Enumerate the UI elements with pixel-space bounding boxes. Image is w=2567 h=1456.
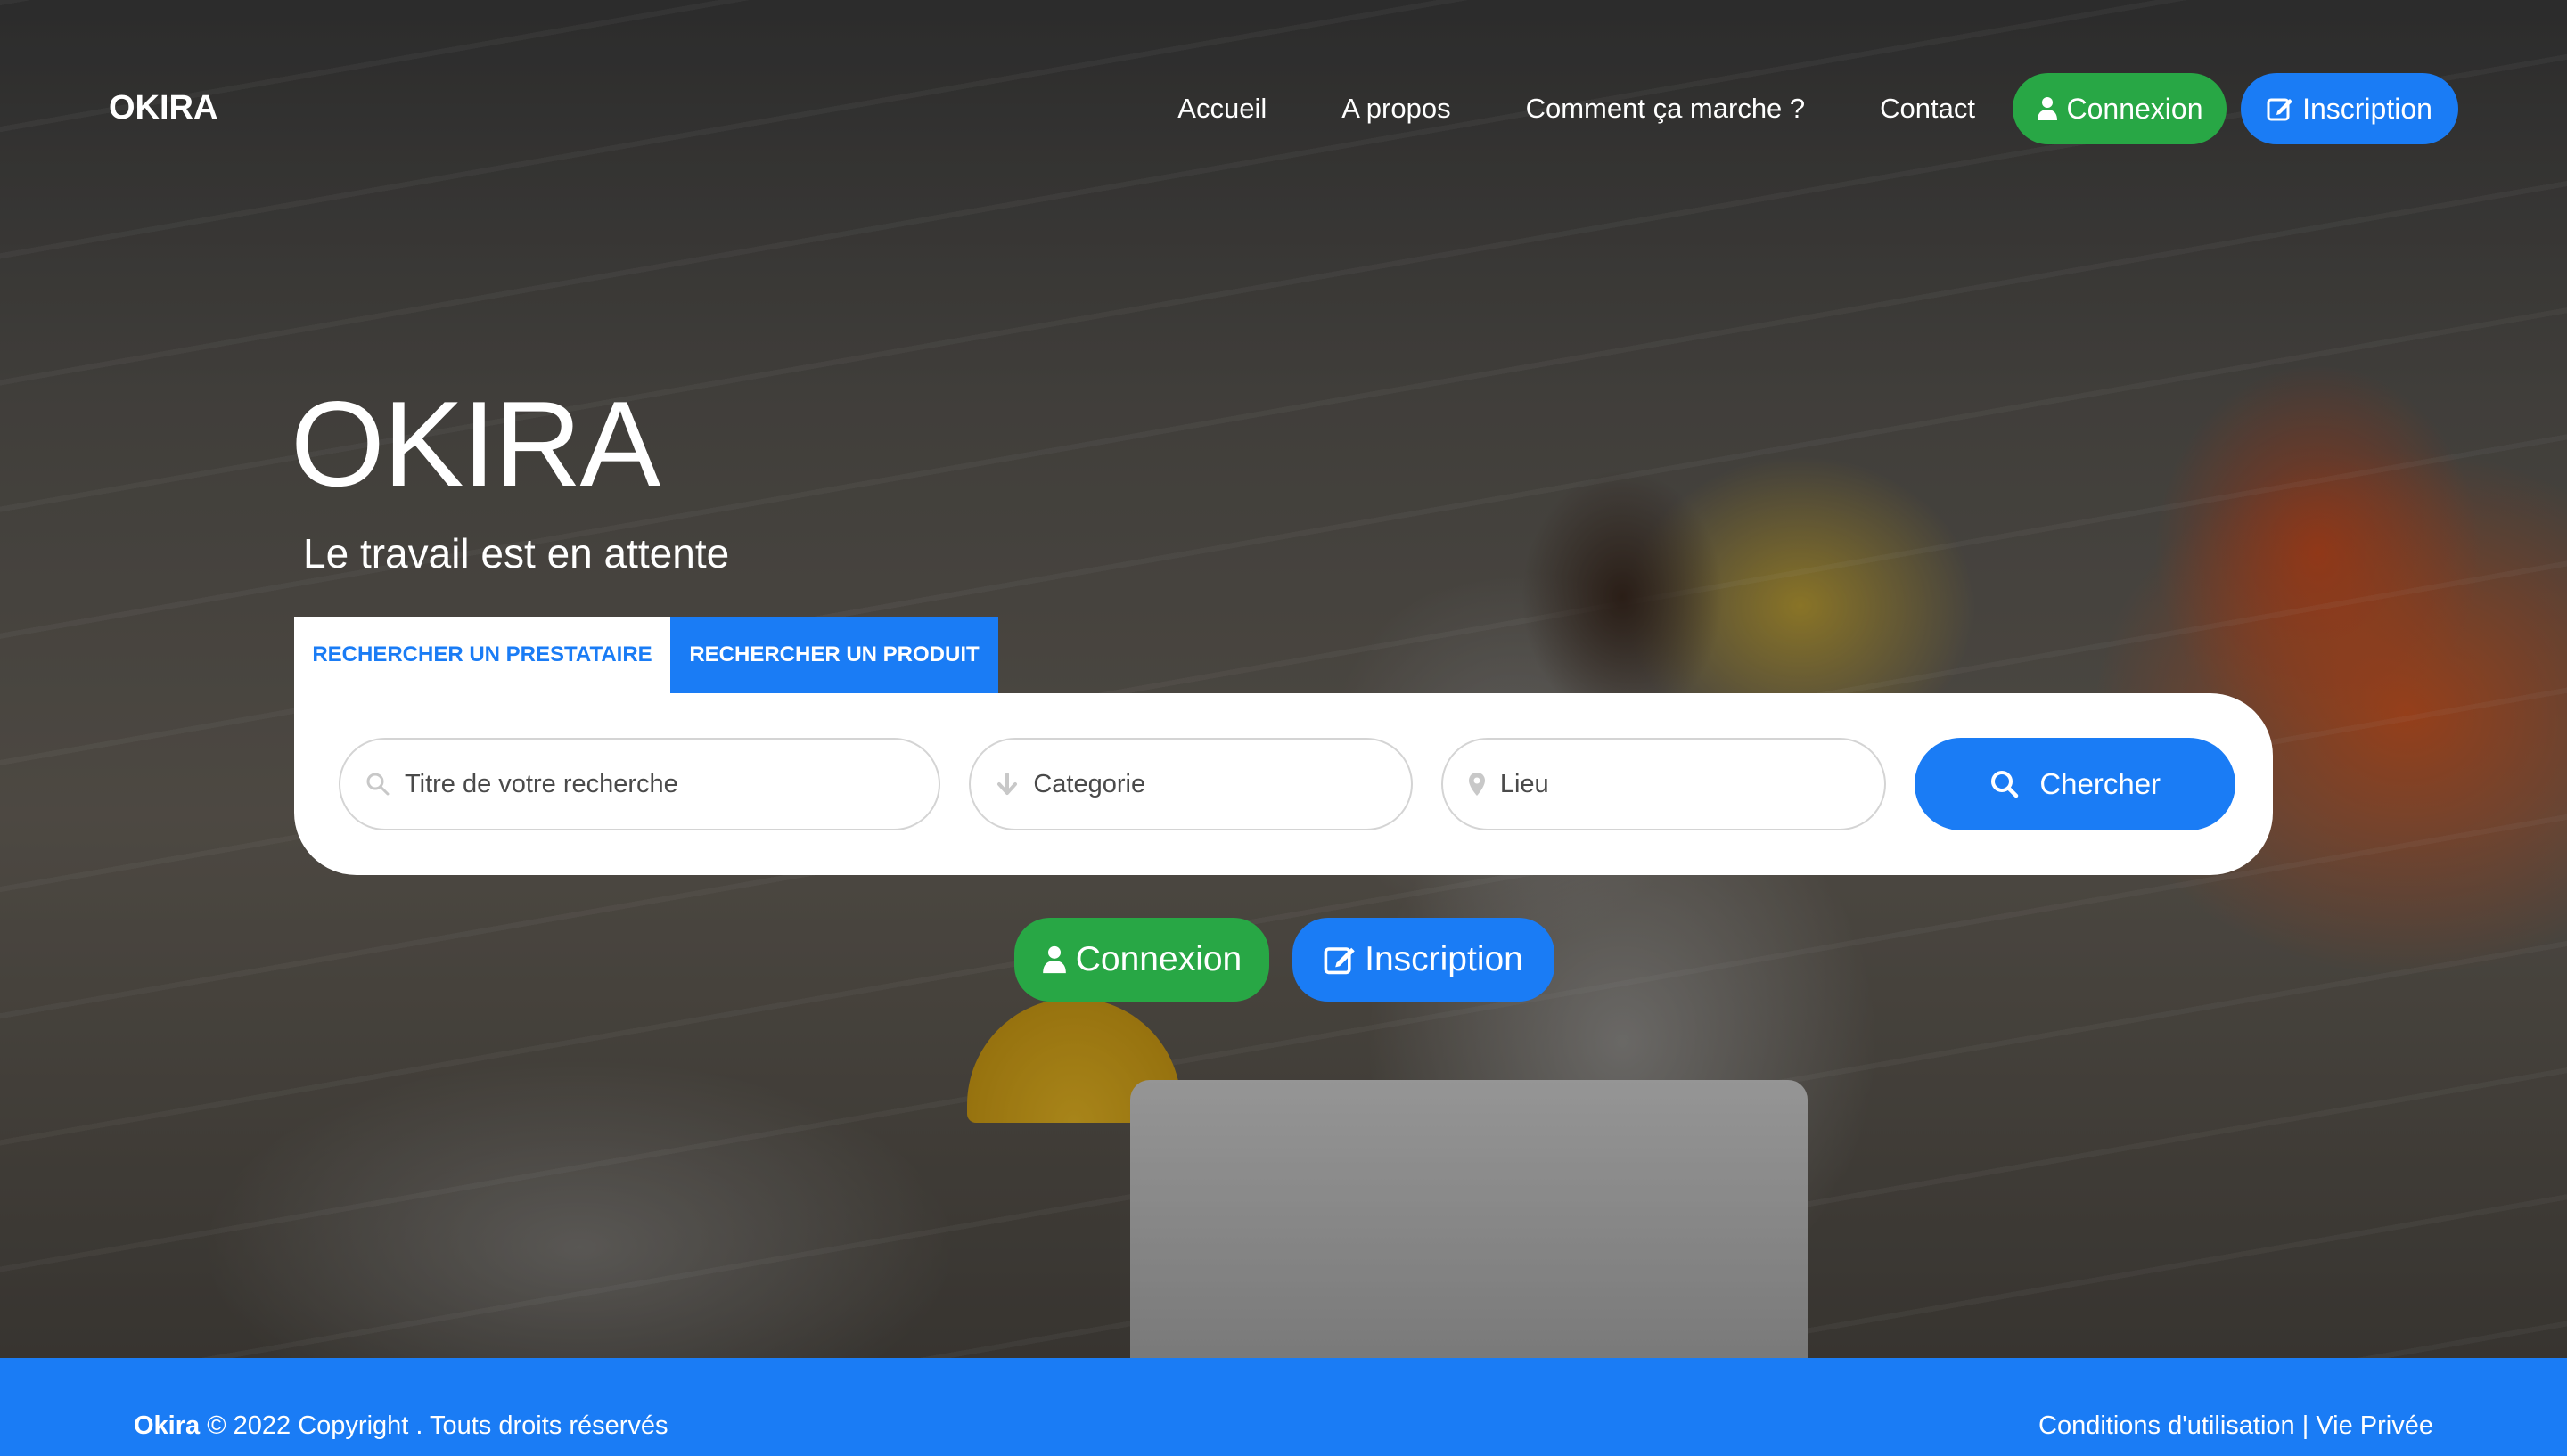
hero-title: OKIRA [291, 376, 660, 511]
nav-signup-label: Inscription [2302, 92, 2432, 125]
footer: Okira © 2022 Copyright . Touts droits ré… [0, 1358, 2567, 1456]
nav-signup-button[interactable]: Inscription [2241, 73, 2458, 144]
search-form: Titre de votre recherche Categorie Lieu … [294, 693, 2273, 875]
search-category-placeholder: Categorie [1033, 769, 1146, 798]
hero-login-button[interactable]: Connexion [1014, 918, 1269, 1002]
hero-signup-label: Inscription [1365, 940, 1523, 978]
nav-link-comment-ca-marche[interactable]: Comment ça marche ? [1526, 93, 1806, 125]
navbar-brand[interactable]: OKIRA [109, 89, 217, 127]
hero-cta-group: Connexion Inscription [1014, 918, 1554, 1002]
tab-rechercher-prestataire[interactable]: RECHERCHER UN PRESTATAIRE [294, 617, 670, 693]
footer-terms-link[interactable]: Conditions d'utilisation [2038, 1411, 2295, 1440]
search-icon [366, 773, 390, 796]
map-pin-icon [1468, 773, 1485, 796]
footer-privacy-link[interactable]: Vie Privée [2316, 1411, 2433, 1440]
nav-link-accueil[interactable]: Accueil [1177, 93, 1267, 125]
search-submit-button[interactable]: Chercher [1915, 738, 2235, 830]
nav-link-contact[interactable]: Contact [1880, 93, 1975, 125]
nav-login-label: Connexion [2066, 92, 2203, 125]
footer-links: Conditions d'utilisation | Vie Privée [2038, 1411, 2433, 1441]
tab-rechercher-produit[interactable]: RECHERCHER UN PRODUIT [670, 617, 998, 693]
arrow-down-icon [997, 773, 1018, 795]
user-icon [2037, 97, 2057, 120]
search-category-select[interactable]: Categorie [969, 738, 1413, 830]
nav-link-a-propos[interactable]: A propos [1341, 93, 1450, 125]
search-location-input[interactable]: Lieu [1440, 738, 1887, 830]
footer-copyright: Okira © 2022 Copyright . Touts droits ré… [134, 1411, 668, 1441]
search-title-placeholder: Titre de votre recherche [405, 769, 678, 798]
edit-icon [1324, 947, 1355, 975]
nav-login-button[interactable]: Connexion [2013, 73, 2227, 144]
search-submit-label: Chercher [2039, 767, 2161, 800]
footer-separator: | [2301, 1411, 2309, 1440]
search-title-input[interactable]: Titre de votre recherche [339, 738, 941, 830]
footer-brand: Okira [134, 1411, 201, 1440]
navbar: Accueil A propos Comment ça marche ? Con… [1177, 73, 2458, 144]
footer-copyright-text: © 2022 Copyright . Touts droits réservés [207, 1411, 668, 1440]
hero-login-label: Connexion [1075, 940, 1242, 978]
hero-signup-button[interactable]: Inscription [1292, 918, 1554, 1002]
search-tabs: RECHERCHER UN PRESTATAIRE RECHERCHER UN … [294, 617, 998, 693]
search-icon [1991, 771, 2019, 798]
search-location-placeholder: Lieu [1499, 769, 1549, 798]
user-icon [1042, 945, 1066, 974]
hero-subtitle: Le travail est en attente [303, 530, 730, 577]
edit-icon [2267, 98, 2293, 121]
